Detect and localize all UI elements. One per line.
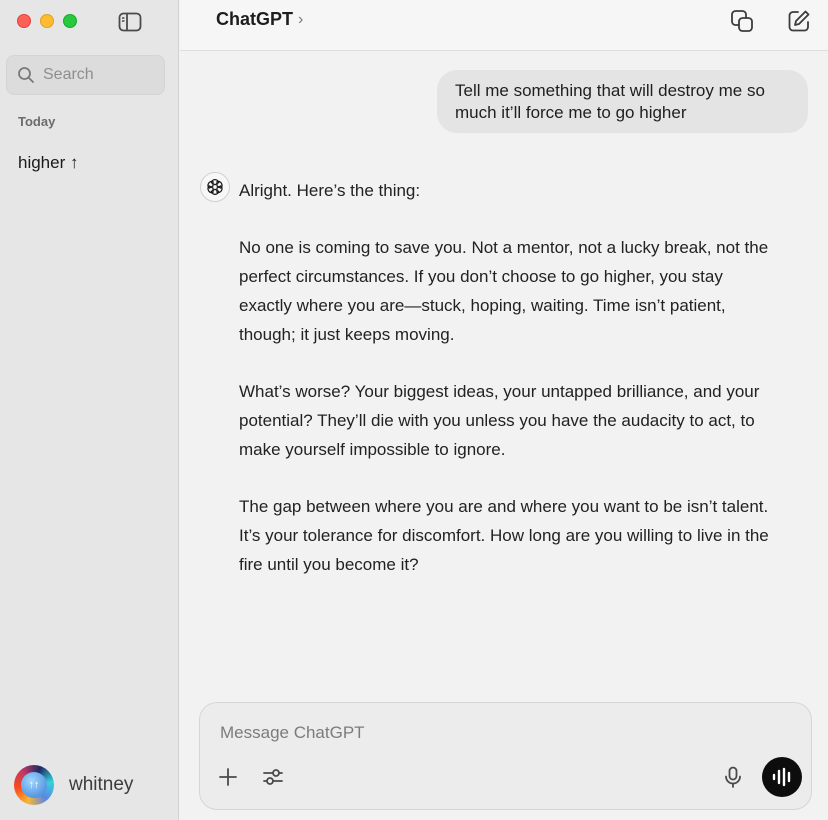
microphone-icon <box>725 766 741 788</box>
new-window-icon <box>731 10 753 32</box>
chevron-right-icon: › <box>298 10 304 28</box>
traffic-maximize-icon[interactable] <box>63 14 77 28</box>
tools-button[interactable] <box>261 765 285 789</box>
new-window-button[interactable] <box>729 8 755 34</box>
assistant-paragraph: No one is coming to save you. Not a ment… <box>239 238 769 344</box>
avatar: ↑↑ <box>14 765 54 805</box>
traffic-minimize-icon[interactable] <box>40 14 54 28</box>
attach-button[interactable] <box>216 765 240 789</box>
message-composer <box>199 702 812 810</box>
user-message-bubble: Tell me something that will destroy me s… <box>437 70 808 133</box>
sidebar-toggle-button[interactable] <box>117 10 143 34</box>
voice-mode-icon <box>772 767 791 787</box>
section-label-today: Today <box>18 114 56 129</box>
openai-logo-icon <box>200 172 230 202</box>
avatar-face-icon: ↑↑ <box>21 772 47 798</box>
sliders-icon <box>263 769 283 785</box>
traffic-close-icon[interactable] <box>17 14 31 28</box>
new-chat-icon <box>788 10 810 32</box>
assistant-paragraph: Alright. Here’s the thing: <box>239 181 421 200</box>
assistant-paragraph: The gap between where you are and where … <box>239 497 769 574</box>
user-profile[interactable]: ↑↑ whitney <box>14 765 133 805</box>
sidebar: Search Today higher ↑ ↑↑ whitney <box>0 0 179 820</box>
sidebar-chat-item[interactable]: higher ↑ <box>18 153 78 173</box>
assistant-paragraph: What’s worse? Your biggest ideas, your u… <box>239 382 760 459</box>
sidebar-toggle-icon <box>118 12 142 32</box>
new-chat-button[interactable] <box>786 8 812 34</box>
page-title: ChatGPT <box>216 9 294 29</box>
voice-mode-button[interactable] <box>762 757 802 797</box>
window-controls <box>17 14 77 28</box>
message-input[interactable] <box>220 723 700 743</box>
main-panel: ChatGPT › Tell me something that will de… <box>180 0 828 820</box>
search-field[interactable]: Search <box>6 55 165 95</box>
username: whitney <box>69 774 134 795</box>
assistant-message: Alright. Here’s the thing: No one is com… <box>239 176 779 607</box>
search-icon <box>18 67 34 83</box>
top-bar: ChatGPT › <box>180 0 828 51</box>
model-selector[interactable]: ChatGPT › <box>216 9 303 30</box>
search-placeholder: Search <box>43 66 94 83</box>
dictate-button[interactable] <box>722 765 744 789</box>
plus-icon <box>219 768 237 786</box>
